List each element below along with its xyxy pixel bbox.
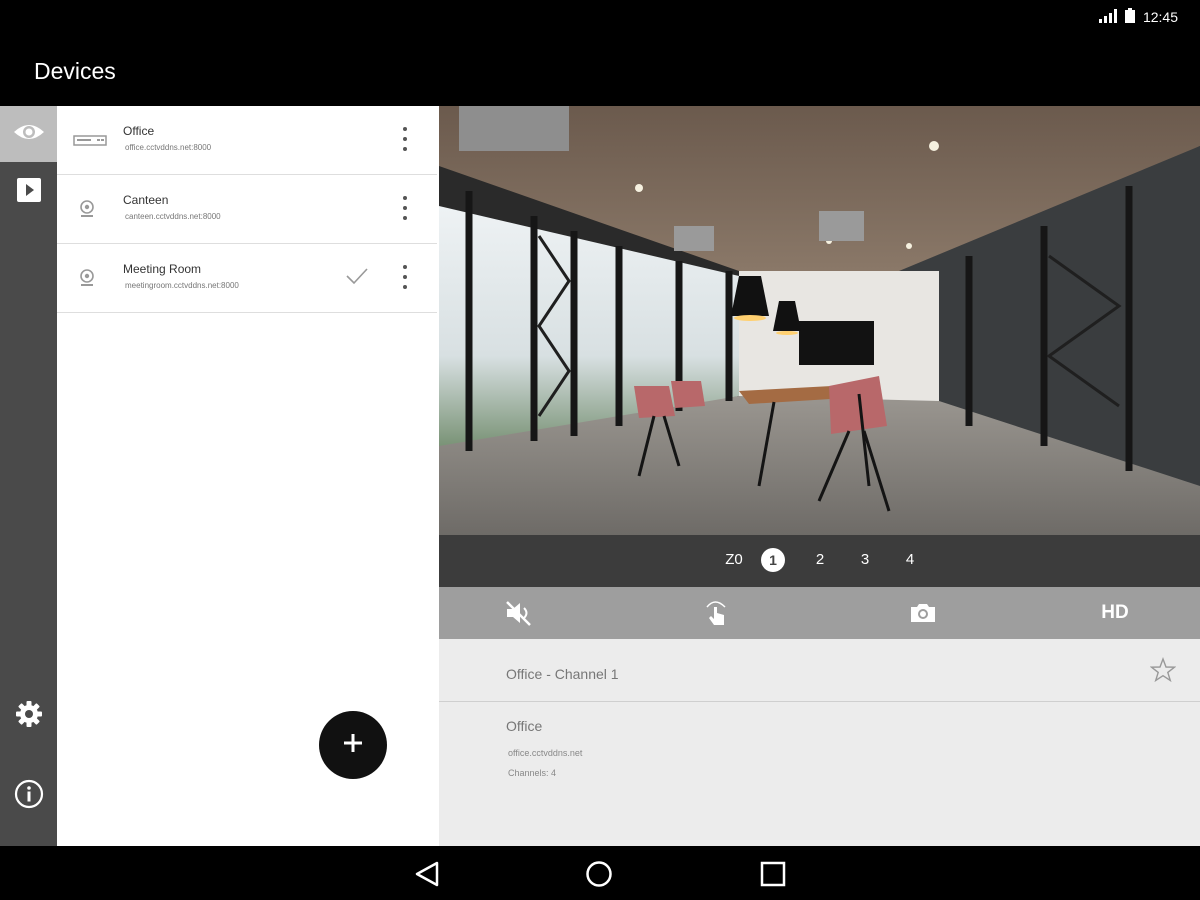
device-address: office.cctvddns.net:8000 — [125, 143, 212, 152]
gear-icon — [15, 700, 43, 733]
zoom-channel-button[interactable]: Z0 — [721, 551, 747, 568]
about-button[interactable] — [0, 768, 57, 824]
device-address: canteen.cctvddns.net:8000 — [125, 212, 221, 221]
device-item-canteen[interactable]: Canteen canteen.cctvddns.net:8000 — [57, 175, 437, 244]
device-name: Canteen — [123, 193, 169, 207]
camera-icon — [73, 199, 107, 219]
back-icon[interactable] — [414, 860, 440, 893]
dvr-icon — [73, 130, 107, 150]
device-list: Office office.cctvddns.net:8000 Canteen … — [57, 106, 439, 846]
stream-title: Office - Channel 1 — [506, 666, 619, 682]
nav-rail — [0, 106, 57, 846]
control-bar: HD — [439, 587, 1200, 639]
device-item-meeting-room[interactable]: Meeting Room meetingroom.cctvddns.net:80… — [57, 244, 437, 313]
eye-icon — [12, 121, 46, 148]
settings-button[interactable] — [0, 688, 57, 744]
playback-button[interactable] — [0, 164, 57, 220]
detail-device-host: office.cctvddns.net — [508, 748, 583, 758]
star-icon[interactable] — [1149, 657, 1177, 688]
app-bar: Devices — [0, 32, 1200, 104]
device-item-office[interactable]: Office office.cctvddns.net:8000 — [57, 106, 437, 175]
more-vert-icon[interactable] — [399, 265, 411, 289]
play-icon — [16, 177, 41, 207]
live-view-button[interactable] — [0, 106, 57, 162]
device-name: Meeting Room — [123, 262, 202, 276]
check-icon — [345, 266, 369, 286]
status-bar: 12:45 — [0, 0, 1200, 32]
clock: 12:45 — [1142, 9, 1178, 25]
system-nav-bar — [0, 846, 1200, 900]
add-device-button[interactable] — [319, 711, 387, 779]
signal-icon — [1098, 8, 1117, 26]
ptz-touch-icon[interactable] — [701, 599, 731, 627]
snapshot-camera-icon[interactable] — [907, 599, 939, 627]
recents-icon[interactable] — [760, 861, 786, 892]
channel-1-button[interactable]: 1 — [761, 548, 785, 572]
camera-feed-image — [439, 106, 1200, 535]
battery-icon — [1124, 8, 1135, 26]
device-details: Office office.cctvddns.net Channels: 4 — [439, 702, 1200, 846]
detail-channel-count: Channels: 4 — [508, 768, 557, 778]
camera-icon — [73, 268, 107, 288]
device-address: meetingroom.cctvddns.net:8000 — [125, 281, 239, 290]
more-vert-icon[interactable] — [399, 127, 411, 151]
more-vert-icon[interactable] — [399, 196, 411, 220]
plus-icon — [342, 732, 364, 759]
stream-title-bar: Office - Channel 1 — [439, 639, 1200, 702]
hd-toggle-button[interactable]: HD — [1097, 599, 1133, 627]
live-video-view[interactable] — [439, 106, 1200, 535]
channel-2-button[interactable]: 2 — [807, 551, 833, 568]
channel-selector: Z0 1 2 3 4 — [439, 535, 1200, 587]
device-name: Office — [123, 124, 155, 138]
channel-4-button[interactable]: 4 — [897, 551, 923, 568]
channel-3-button[interactable]: 3 — [852, 551, 878, 568]
home-icon[interactable] — [585, 860, 613, 893]
mute-icon[interactable] — [503, 599, 535, 627]
info-icon — [14, 779, 44, 814]
page-title: Devices — [34, 58, 116, 84]
detail-device-name: Office — [506, 718, 543, 734]
